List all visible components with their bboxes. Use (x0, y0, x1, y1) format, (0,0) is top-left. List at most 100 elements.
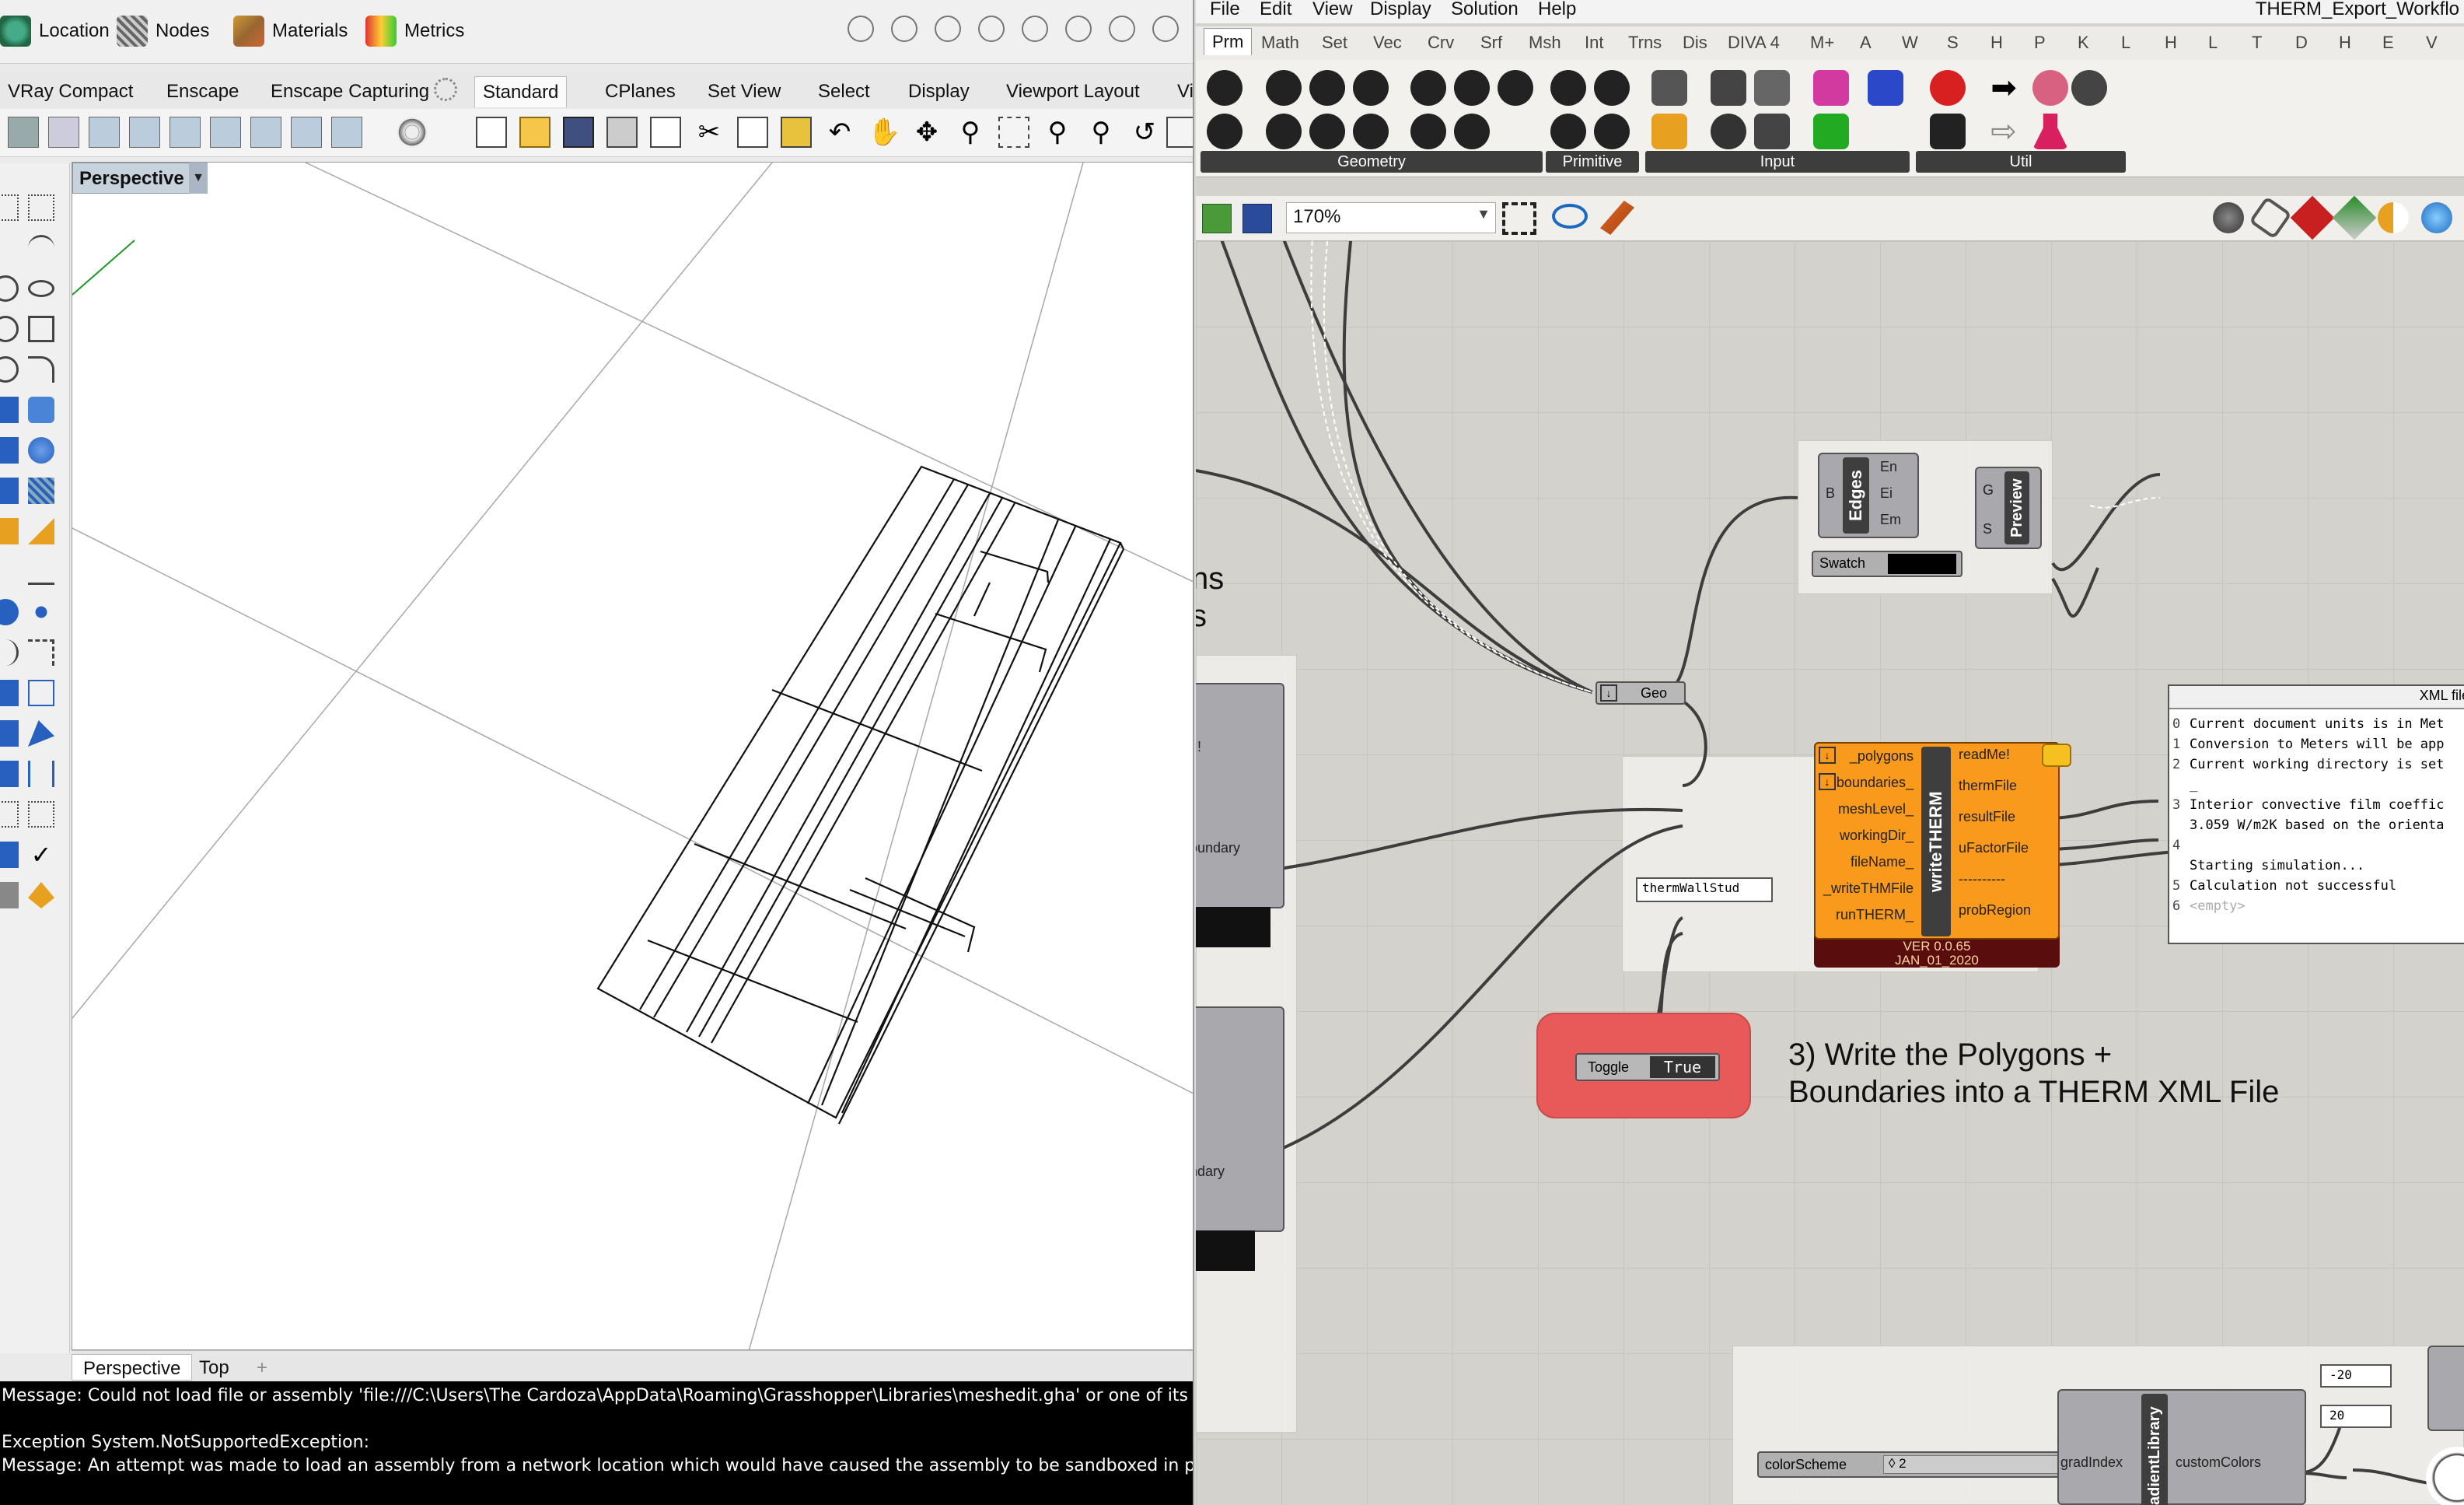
polyline-icon[interactable] (0, 235, 19, 261)
command-history[interactable]: Message: Could not load file or assembly… (0, 1381, 1193, 1505)
sphere-icon[interactable] (0, 599, 19, 625)
orient-icon[interactable] (28, 720, 54, 747)
ellipse-icon[interactable] (28, 280, 54, 297)
shaded-icon[interactable] (2290, 195, 2335, 240)
block-icon[interactable] (28, 761, 54, 787)
menu-file[interactable]: File (1210, 0, 1240, 20)
color-scheme-slider[interactable]: colorScheme ◊ 2 (1757, 1451, 2068, 1478)
plane-param-icon[interactable] (1266, 114, 1302, 149)
snap-int-icon[interactable] (1065, 16, 1092, 42)
tab-l2[interactable]: L (2208, 33, 2218, 53)
vector-param-icon[interactable] (1410, 114, 1446, 149)
message-balloon-icon[interactable] (2042, 744, 2071, 767)
rotate-icon[interactable] (0, 639, 19, 666)
graph-input-icon[interactable] (1651, 114, 1687, 149)
curve-param-icon[interactable] (1353, 70, 1389, 106)
snap-mid-icon[interactable] (978, 16, 1005, 42)
explode-icon[interactable] (28, 882, 54, 908)
number-panel-top[interactable]: -20 (2320, 1364, 2392, 1388)
tab-mplus[interactable]: M+ (1810, 33, 1834, 53)
write-therm-component[interactable]: ↓ ↓ _polygons boundaries_ meshLevel_ wor… (1814, 742, 2060, 968)
frame-buffer-icon[interactable] (129, 117, 160, 148)
arrow-right-icon[interactable]: ➡ (1986, 70, 2022, 106)
tab-select[interactable]: Select (810, 76, 878, 107)
grid-icon[interactable] (1166, 117, 1193, 148)
scale-icon[interactable] (28, 639, 54, 666)
analyze-icon[interactable] (28, 518, 54, 544)
tab-diva[interactable]: DIVA 4 (1728, 33, 1780, 53)
boundary-component-bottom[interactable]: ndary (1196, 1006, 1284, 1271)
rotate-view-icon[interactable]: ✥ (911, 117, 942, 148)
nodes-menu[interactable]: Nodes (117, 14, 209, 48)
zoom-selected-icon[interactable]: ⚲ (1085, 117, 1117, 148)
xml-output-panel[interactable]: XML file 0 Current document units is in M… (2168, 684, 2464, 944)
tab-cplanes[interactable]: CPlanes (597, 76, 683, 107)
save-document-icon[interactable] (1242, 204, 1272, 233)
circle-icon[interactable] (0, 275, 19, 302)
menu-solution[interactable]: Solution (1451, 0, 1519, 20)
number-param-icon[interactable] (1594, 70, 1630, 106)
viewport-title[interactable]: Perspective (72, 163, 206, 194)
rectangle-param-icon[interactable] (1353, 114, 1389, 149)
web-icon[interactable] (397, 117, 428, 148)
arrow-outline-icon[interactable]: ⇨ (1986, 114, 2022, 149)
point-icon[interactable] (0, 194, 19, 221)
paste-icon[interactable] (781, 117, 812, 148)
slider-input-icon[interactable] (1754, 70, 1790, 106)
exe-icon[interactable] (48, 117, 79, 148)
tab-perspective[interactable]: Perspective (72, 1354, 193, 1381)
mesh-plane-icon[interactable] (28, 478, 54, 504)
mesh-param-icon[interactable] (1454, 70, 1490, 106)
gradient-component-partial[interactable] (2427, 1346, 2464, 1431)
tab-a[interactable]: A (1860, 33, 1872, 53)
number-panel-bottom[interactable]: 20 (2320, 1405, 2392, 1428)
snap-center-icon[interactable] (1022, 16, 1048, 42)
eye-icon[interactable] (1552, 204, 1588, 229)
integer-param-icon[interactable] (1550, 114, 1586, 149)
undo-icon[interactable]: ↶ (824, 117, 855, 148)
fillet-icon[interactable] (28, 356, 54, 383)
tab-d[interactable]: D (2295, 33, 2308, 53)
surface-icon[interactable] (0, 397, 19, 423)
batch-icon[interactable] (250, 117, 281, 148)
tab-top[interactable]: Top (188, 1354, 240, 1381)
check-icon[interactable]: ✓ (28, 842, 54, 868)
export-icon[interactable] (170, 117, 201, 148)
extrude-icon[interactable] (28, 397, 54, 423)
zoom-combobox[interactable]: 170% ▼ (1286, 202, 1496, 233)
tab-l[interactable]: L (2121, 33, 2130, 53)
boolean-param-icon[interactable] (1550, 70, 1586, 106)
boundary-component-top[interactable]: ! oundary (1196, 683, 1284, 947)
tab-dis[interactable]: Dis (1683, 33, 1707, 53)
mesh-icon[interactable] (0, 478, 19, 504)
snap-end-icon[interactable] (848, 16, 874, 42)
tab-viewport-layout[interactable]: Viewport Layout (998, 76, 1148, 107)
menu-edit[interactable]: Edit (1260, 0, 1291, 20)
render-icon[interactable] (89, 117, 120, 148)
dimension-icon[interactable] (0, 558, 19, 585)
cut-icon[interactable]: ✂ (694, 117, 725, 148)
image-icon[interactable] (291, 117, 322, 148)
pan-hand-icon[interactable]: ✋ (868, 117, 900, 148)
move-icon[interactable] (0, 680, 19, 706)
surface-param-icon[interactable] (1498, 70, 1533, 106)
tab-s[interactable]: S (1947, 33, 1959, 53)
brep-param-icon[interactable] (1266, 70, 1302, 106)
geometry-param-icon[interactable] (1410, 70, 1446, 106)
tab-enscape[interactable]: Enscape (159, 76, 246, 107)
tab-enscape-capturing[interactable]: Enscape Capturing (263, 76, 437, 107)
tab-int[interactable]: Int (1585, 33, 1603, 53)
open-document-icon[interactable] (1202, 204, 1232, 233)
edges-component[interactable]: B Edges En Ei Em (1818, 453, 1919, 538)
list-input-icon[interactable] (1754, 114, 1790, 149)
boolean-icon[interactable] (28, 437, 54, 464)
add-viewport-tab[interactable]: + (246, 1354, 278, 1381)
preview-component[interactable]: G S Preview (1975, 467, 2042, 549)
mirror-icon[interactable] (0, 720, 19, 747)
tab-srf[interactable]: Srf (1480, 33, 1502, 53)
metrics-menu[interactable]: Metrics (365, 14, 464, 48)
sketch-icon[interactable] (1600, 201, 1634, 235)
snap-tan-icon[interactable] (1152, 16, 1179, 42)
tab-set-view[interactable]: Set View (700, 76, 788, 107)
vray-icon[interactable] (8, 117, 39, 148)
